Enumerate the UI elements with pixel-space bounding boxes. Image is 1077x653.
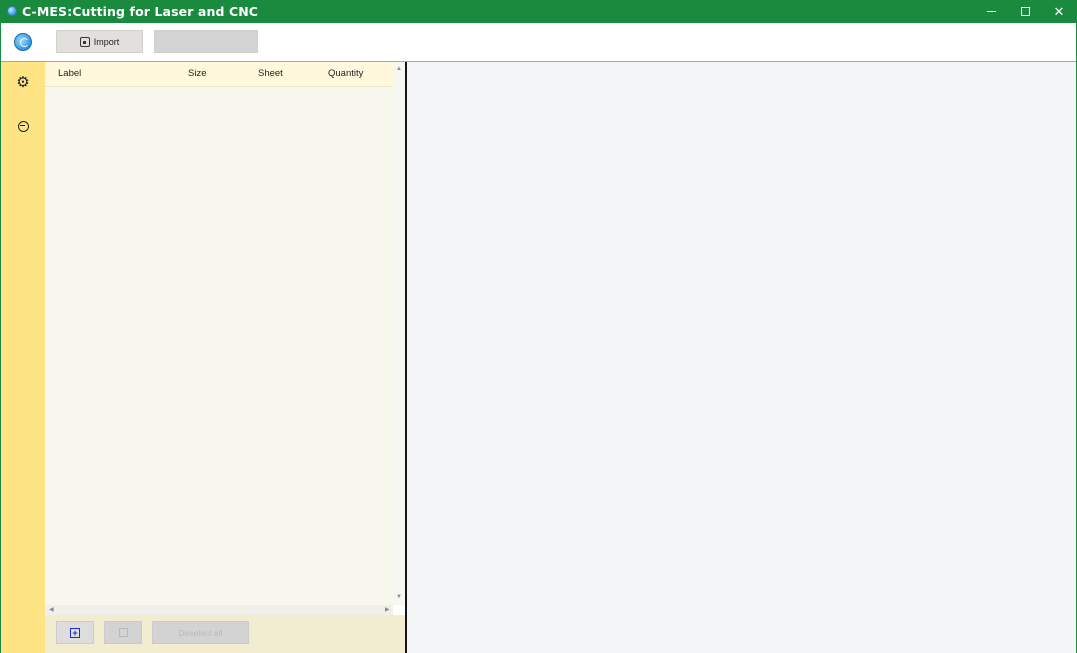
- scroll-down-icon[interactable]: ▼: [396, 594, 402, 600]
- import-button[interactable]: Import: [56, 30, 143, 53]
- import-button-label: Import: [93, 36, 120, 47]
- parts-panel: Label Size Sheet Quantity ▲ ▼ ◀ ▶ + Dese…: [45, 62, 405, 653]
- scroll-right-icon[interactable]: ▶: [385, 607, 390, 613]
- minimize-button[interactable]: [974, 0, 1008, 23]
- delete-part-button[interactable]: [104, 621, 142, 644]
- scroll-left-icon[interactable]: ◀: [49, 607, 54, 613]
- column-header-label[interactable]: Label: [58, 68, 81, 79]
- left-sidebar: ⚙: [1, 62, 45, 653]
- column-header-sheet[interactable]: Sheet: [258, 68, 283, 79]
- disabled-toolbar-button[interactable]: [154, 30, 258, 53]
- column-header-quantity[interactable]: Quantity: [328, 68, 363, 79]
- maximize-button[interactable]: [1008, 0, 1042, 23]
- scroll-corner: [393, 605, 405, 615]
- title-bar: C-MES:Cutting for Laser and CNC ✕: [0, 0, 1077, 23]
- deselect-all-button[interactable]: Deselect all: [152, 621, 249, 644]
- table-header: Label Size Sheet Quantity: [45, 62, 393, 87]
- vertical-scrollbar[interactable]: ▲ ▼: [393, 62, 405, 605]
- add-part-button[interactable]: +: [56, 621, 94, 644]
- horizontal-scrollbar[interactable]: ◀ ▶: [45, 605, 393, 615]
- app-logo-icon[interactable]: [14, 33, 32, 51]
- column-header-size[interactable]: Size: [188, 68, 206, 79]
- maximize-icon: [1020, 7, 1030, 16]
- window-title: C-MES:Cutting for Laser and CNC: [22, 4, 259, 19]
- minus-circle-icon[interactable]: [15, 118, 31, 134]
- close-icon: ✕: [1053, 3, 1065, 19]
- gear-icon[interactable]: ⚙: [15, 74, 31, 91]
- minimize-icon: [986, 11, 996, 12]
- toolbar: Import: [1, 23, 1076, 62]
- scroll-up-icon[interactable]: ▲: [396, 66, 402, 72]
- delete-icon: [118, 628, 128, 637]
- import-icon: [79, 36, 90, 47]
- panel-footer: + Deselect all: [45, 615, 405, 653]
- add-icon: +: [70, 627, 80, 638]
- nesting-canvas[interactable]: [407, 62, 1076, 653]
- close-button[interactable]: ✕: [1042, 0, 1076, 23]
- app-icon: [7, 6, 17, 16]
